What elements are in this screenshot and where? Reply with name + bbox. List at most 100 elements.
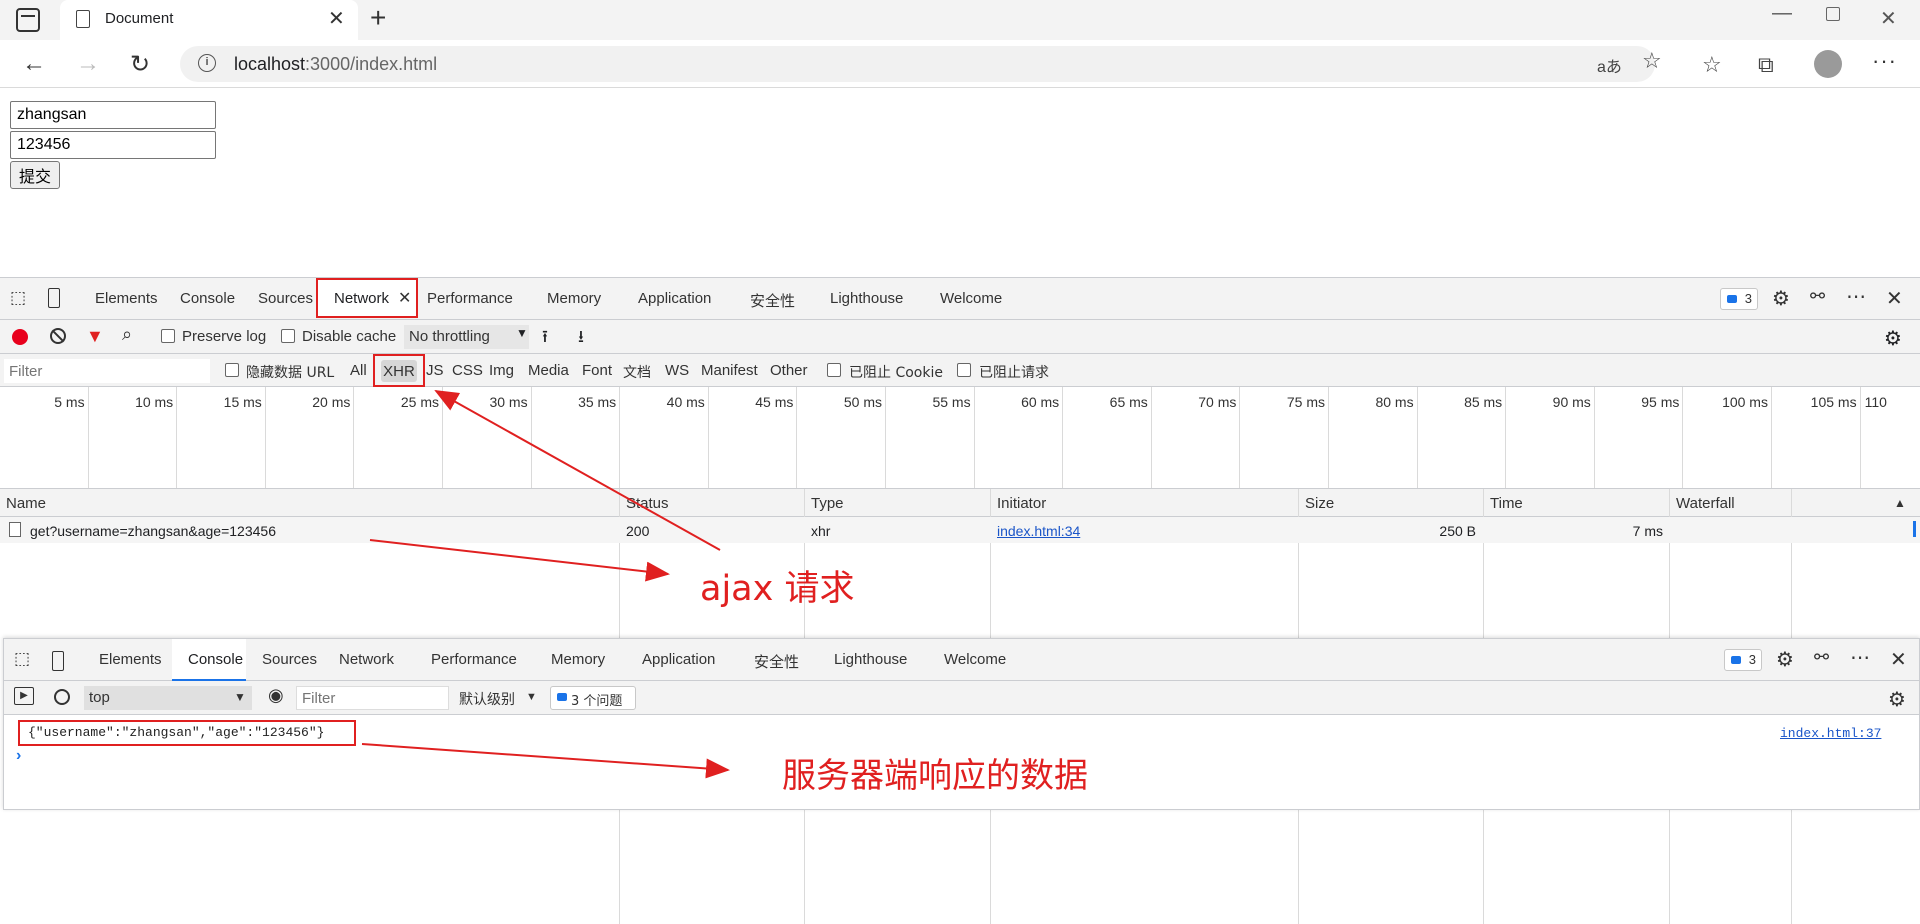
drawer-customize-icon[interactable]: ⚯ — [1814, 647, 1829, 668]
filter-type-css[interactable]: CSS — [452, 362, 483, 379]
drawer-more-icon[interactable]: ⋯ — [1850, 645, 1870, 670]
customize-icon[interactable]: ⚯ — [1810, 286, 1825, 307]
favorites-icon[interactable]: ☆ — [1702, 52, 1722, 78]
close-drawer-icon[interactable]: ✕ — [1890, 647, 1907, 672]
console-settings-icon[interactable]: ⚙ — [1888, 687, 1906, 712]
log-source-link[interactable]: index.html:37 — [1780, 726, 1881, 741]
tab-performance[interactable]: Performance — [427, 290, 513, 307]
drawer-tab-elements[interactable]: Elements — [99, 651, 162, 668]
browser-tab[interactable]: Document ✕ — [60, 0, 358, 40]
drawer-tab-application[interactable]: Application — [642, 651, 715, 668]
drawer-tab-sources[interactable]: Sources — [262, 651, 317, 668]
hide-data-urls-checkbox[interactable] — [225, 363, 239, 377]
tab-network[interactable]: Network ✕ — [316, 278, 418, 318]
drawer-settings-icon[interactable]: ⚙ — [1776, 647, 1794, 672]
window-close-button[interactable]: ✕ — [1880, 6, 1897, 31]
device-toggle-icon[interactable] — [52, 651, 64, 671]
drawer-issues-badge[interactable]: 3 — [1724, 649, 1762, 671]
collections-icon[interactable]: ⧉ — [1758, 52, 1774, 78]
url-field[interactable]: i localhost:3000/index.html aあ ☆ — [180, 46, 1662, 82]
inspect-element-icon[interactable]: ⬚ — [10, 288, 26, 308]
network-timeline-overview[interactable]: 5 ms 10 ms 15 ms 20 ms 25 ms 30 ms 35 ms 40 ms 4… — [0, 387, 1920, 489]
filter-type-doc[interactable]: 文档 — [623, 362, 651, 382]
console-log-message[interactable]: {"username":"zhangsan","age":"123456"} — [28, 725, 324, 740]
column-time[interactable]: Time — [1490, 495, 1523, 512]
search-icon[interactable]: ⌕ — [122, 324, 132, 345]
drawer-tab-memory[interactable]: Memory — [551, 651, 605, 668]
tab-application[interactable]: Application — [638, 290, 711, 307]
sidebar-toggle-icon[interactable]: ▶ — [14, 687, 34, 705]
issues-badge[interactable]: 3 — [1720, 288, 1758, 310]
sort-ascending-icon[interactable]: ▲ — [1894, 496, 1906, 510]
clear-console-icon[interactable] — [54, 689, 70, 705]
settings-icon[interactable]: ⚙ — [1772, 286, 1790, 311]
filter-type-media[interactable]: Media — [528, 362, 569, 379]
tab-memory[interactable]: Memory — [547, 290, 601, 307]
drawer-tab-welcome[interactable]: Welcome — [944, 651, 1006, 668]
drawer-tab-network[interactable]: Network — [339, 651, 394, 668]
network-filter-input[interactable] — [4, 359, 210, 383]
filter-type-img[interactable]: Img — [489, 362, 514, 379]
read-aloud-icon[interactable]: aあ — [1597, 53, 1622, 77]
info-icon[interactable]: i — [198, 54, 216, 72]
filter-type-all[interactable]: All — [350, 362, 367, 379]
filter-type-manifest[interactable]: Manifest — [701, 362, 758, 379]
table-row[interactable]: get?username=zhangsan&age=123456 200 xhr… — [0, 517, 1920, 543]
tab-lighthouse[interactable]: Lighthouse — [830, 290, 903, 307]
tab-security[interactable]: 安全性 — [750, 290, 795, 311]
drawer-tab-performance[interactable]: Performance — [431, 651, 517, 668]
more-options-icon[interactable]: ⋯ — [1846, 284, 1866, 309]
forward-button[interactable]: → — [76, 50, 100, 78]
age-input[interactable] — [10, 131, 216, 159]
blocked-cookies-checkbox[interactable] — [827, 363, 841, 377]
throttling-select[interactable]: No throttling — [404, 325, 529, 349]
column-waterfall[interactable]: Waterfall — [1676, 495, 1735, 512]
username-input[interactable] — [10, 101, 216, 129]
issues-button[interactable]: 3 个问题 — [550, 686, 636, 710]
console-prompt[interactable]: › — [16, 747, 21, 765]
tab-sources[interactable]: Sources — [258, 290, 313, 307]
column-name[interactable]: Name — [6, 495, 46, 512]
close-devtools-icon[interactable]: ✕ — [1886, 286, 1903, 311]
tab-elements[interactable]: Elements — [95, 290, 158, 307]
eye-icon[interactable]: ◉ — [268, 685, 284, 706]
tab-welcome[interactable]: Welcome — [940, 290, 1002, 307]
inspect-element-icon[interactable]: ⬚ — [14, 649, 30, 669]
back-button[interactable]: ← — [22, 50, 46, 78]
new-tab-button[interactable]: + — [370, 2, 386, 34]
import-har-icon[interactable]: ⭱ — [542, 324, 548, 353]
console-filter-input[interactable] — [296, 686, 449, 710]
filter-type-xhr[interactable]: XHR — [381, 360, 417, 382]
log-level-select[interactable]: 默认级别 — [459, 689, 515, 709]
filter-type-other[interactable]: Other — [770, 362, 808, 379]
device-toggle-icon[interactable] — [48, 288, 60, 308]
reload-button[interactable]: ↻ — [130, 50, 150, 79]
clear-icon[interactable] — [50, 328, 66, 344]
profile-avatar[interactable] — [1814, 50, 1842, 78]
filter-icon[interactable]: ▼ — [86, 326, 104, 347]
column-size[interactable]: Size — [1305, 495, 1334, 512]
tab-network-close-icon[interactable]: ✕ — [398, 288, 411, 308]
column-status[interactable]: Status — [626, 495, 669, 512]
column-initiator[interactable]: Initiator — [997, 495, 1046, 512]
export-har-icon[interactable]: ⭳ — [578, 324, 584, 353]
disable-cache-checkbox[interactable] — [281, 329, 295, 343]
filter-type-js[interactable]: JS — [426, 362, 444, 379]
tab-close-icon[interactable]: ✕ — [328, 6, 345, 31]
drawer-tab-lighthouse[interactable]: Lighthouse — [834, 651, 907, 668]
context-select[interactable]: top ▼ — [84, 686, 252, 710]
preserve-log-checkbox[interactable] — [161, 329, 175, 343]
drawer-tab-console[interactable]: Console — [172, 639, 246, 681]
tab-console[interactable]: Console — [180, 290, 235, 307]
blocked-requests-checkbox[interactable] — [957, 363, 971, 377]
request-name[interactable]: get?username=zhangsan&age=123456 — [30, 523, 276, 539]
record-icon[interactable] — [12, 329, 28, 345]
restore-button[interactable] — [1826, 7, 1840, 21]
network-settings-icon[interactable]: ⚙ — [1884, 326, 1902, 351]
filter-type-ws[interactable]: WS — [665, 362, 689, 379]
add-favorite-icon[interactable]: ☆ — [1642, 48, 1662, 74]
submit-button[interactable]: 提交 — [10, 161, 61, 189]
more-menu-icon[interactable]: ··· — [1872, 48, 1897, 74]
filter-type-font[interactable]: Font — [582, 362, 612, 379]
minimize-button[interactable]: — — [1772, 2, 1792, 25]
